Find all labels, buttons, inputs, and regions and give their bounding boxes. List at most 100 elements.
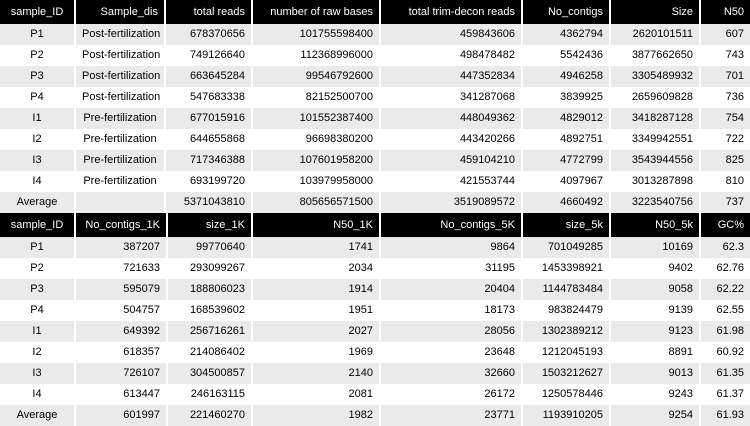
table-cell: 2081	[252, 384, 381, 405]
table-cell: P3	[0, 279, 76, 300]
table-cell: P3	[0, 66, 76, 87]
table-cell: 82152500700	[252, 87, 381, 108]
table-cell: Post-fertilization	[75, 87, 166, 108]
table-cell: 4097967	[522, 171, 611, 192]
table-cell: 60.92	[700, 342, 750, 363]
table-cell: 1969	[252, 342, 381, 363]
table-cell: 103979958000	[252, 171, 381, 192]
table-cell: I1	[0, 108, 76, 129]
table-cell: 341287068	[380, 87, 523, 108]
table-cell: Pre-fertilization	[75, 129, 166, 150]
table-cell: 3349942551	[610, 129, 701, 150]
header-n50-1k: N50_1K	[252, 213, 381, 237]
table-cell: 61.98	[700, 321, 750, 342]
table-cell: 246163115	[167, 384, 253, 405]
header-raw-bases: number of raw bases	[252, 0, 381, 24]
table-cell: Pre-fertilization	[75, 171, 166, 192]
table-cell: 293099267	[167, 258, 253, 279]
table-cell: 1741	[252, 237, 381, 258]
table-cell: 726107	[75, 363, 168, 384]
table-cell: 168539602	[167, 300, 253, 321]
table-cell: 9402	[610, 258, 701, 279]
table-cell: 101552387400	[252, 108, 381, 129]
table-cell: 23771	[380, 405, 523, 426]
table-cell: 9139	[610, 300, 701, 321]
table-cell: 421553744	[380, 171, 523, 192]
table-cell: P2	[0, 45, 76, 66]
table-cell: 26172	[380, 384, 523, 405]
table-cell: 62.55	[700, 300, 750, 321]
table-cell: 1212045193	[522, 342, 611, 363]
table-cell: 825	[700, 150, 750, 171]
table-cell: 736	[700, 87, 750, 108]
table-row: P4 504757 168539602 1951 18173 983824479 9139 6…	[0, 300, 750, 321]
table-cell: 62.3	[700, 237, 750, 258]
table-cell: 447352834	[380, 66, 523, 87]
table-cell: 20404	[380, 279, 523, 300]
table-row: Average 5371043810 805656571500 3519089572 4…	[0, 192, 750, 213]
table-row: P3 Post-fertilization 663645284 99546792600…	[0, 66, 750, 87]
table-cell: 721633	[75, 258, 168, 279]
table-cell: 61.35	[700, 363, 750, 384]
table-cell: 2659609828	[610, 87, 701, 108]
table-cell: 1144783484	[522, 279, 611, 300]
table-cell: 749126640	[165, 45, 253, 66]
table-cell: 3013287898	[610, 171, 701, 192]
table-cell: 112368996000	[252, 45, 381, 66]
header-n50-5k: N50_5k	[610, 213, 701, 237]
table-cell: 3519089572	[380, 192, 523, 213]
table-cell: 101755598400	[252, 24, 381, 45]
table-cell: 1453398921	[522, 258, 611, 279]
table-cell: 3839925	[522, 87, 611, 108]
table-cell: 3543944556	[610, 150, 701, 171]
table-cell: 3223540756	[610, 192, 701, 213]
table-cell: 9123	[610, 321, 701, 342]
table-cell: 1250578446	[522, 384, 611, 405]
table-cell: 498478482	[380, 45, 523, 66]
table-header-row: sample_ID No_contigs_1K size_1K N50_1K N…	[0, 213, 750, 237]
table-cell: 23648	[380, 342, 523, 363]
table-row: P1 Post-fertilization 678370656 10175559840…	[0, 24, 750, 45]
table-cell: 601997	[75, 405, 168, 426]
table-cell: 214086402	[167, 342, 253, 363]
table-cell: 3305489932	[610, 66, 701, 87]
header-no-contigs: No_contigs	[522, 0, 611, 24]
table-cell: 459104210	[380, 150, 523, 171]
header-no-contigs-5k: No_contigs_5K	[380, 213, 523, 237]
table-cell: 4946258	[522, 66, 611, 87]
table-cell: 3418287128	[610, 108, 701, 129]
table-cell: 4660492	[522, 192, 611, 213]
table-cell: P4	[0, 300, 76, 321]
table-cell: 607	[700, 24, 750, 45]
table-row: P2 Post-fertilization 749126640 11236899600…	[0, 45, 750, 66]
table-cell: I2	[0, 129, 76, 150]
table-cell: P1	[0, 24, 76, 45]
table-cell: Post-fertilization	[75, 45, 166, 66]
table-row: I4 Pre-fertilization 693199720 103979958000…	[0, 171, 750, 192]
table-cell: I1	[0, 321, 76, 342]
table-cell: Post-fertilization	[75, 66, 166, 87]
table-cell: P1	[0, 237, 76, 258]
table-cell: 693199720	[165, 171, 253, 192]
table-cell: 9864	[380, 237, 523, 258]
table-row: I3 726107 304500857 2140 32660 1503212627 9013…	[0, 363, 750, 384]
header-gc-percent: GC%	[700, 213, 750, 237]
table-cell: 18173	[380, 300, 523, 321]
contig-stats-table: sample_ID No_contigs_1K size_1K N50_1K N…	[0, 213, 750, 426]
header-size-1k: size_1K	[167, 213, 253, 237]
table-cell: 99546792600	[252, 66, 381, 87]
table-cell: 810	[700, 171, 750, 192]
header-no-contigs-1k: No_contigs_1K	[75, 213, 168, 237]
table-row: I2 618357 214086402 1969 23648 1212045193 8891…	[0, 342, 750, 363]
table-cell: 504757	[75, 300, 168, 321]
table-cell: Average	[0, 192, 76, 213]
table-row: I1 649392 256716261 2027 28056 1302389212 9123…	[0, 321, 750, 342]
table-cell: 613447	[75, 384, 168, 405]
table-cell: 722	[700, 129, 750, 150]
table-cell: 2027	[252, 321, 381, 342]
table-row: I2 Pre-fertilization 644655868 96698380200 4…	[0, 129, 750, 150]
table-row: P1 387207 99770640 1741 9864 701049285 10169 62…	[0, 237, 750, 258]
table-cell: 5371043810	[165, 192, 253, 213]
table-cell: 754	[700, 108, 750, 129]
table-cell: 5542436	[522, 45, 611, 66]
